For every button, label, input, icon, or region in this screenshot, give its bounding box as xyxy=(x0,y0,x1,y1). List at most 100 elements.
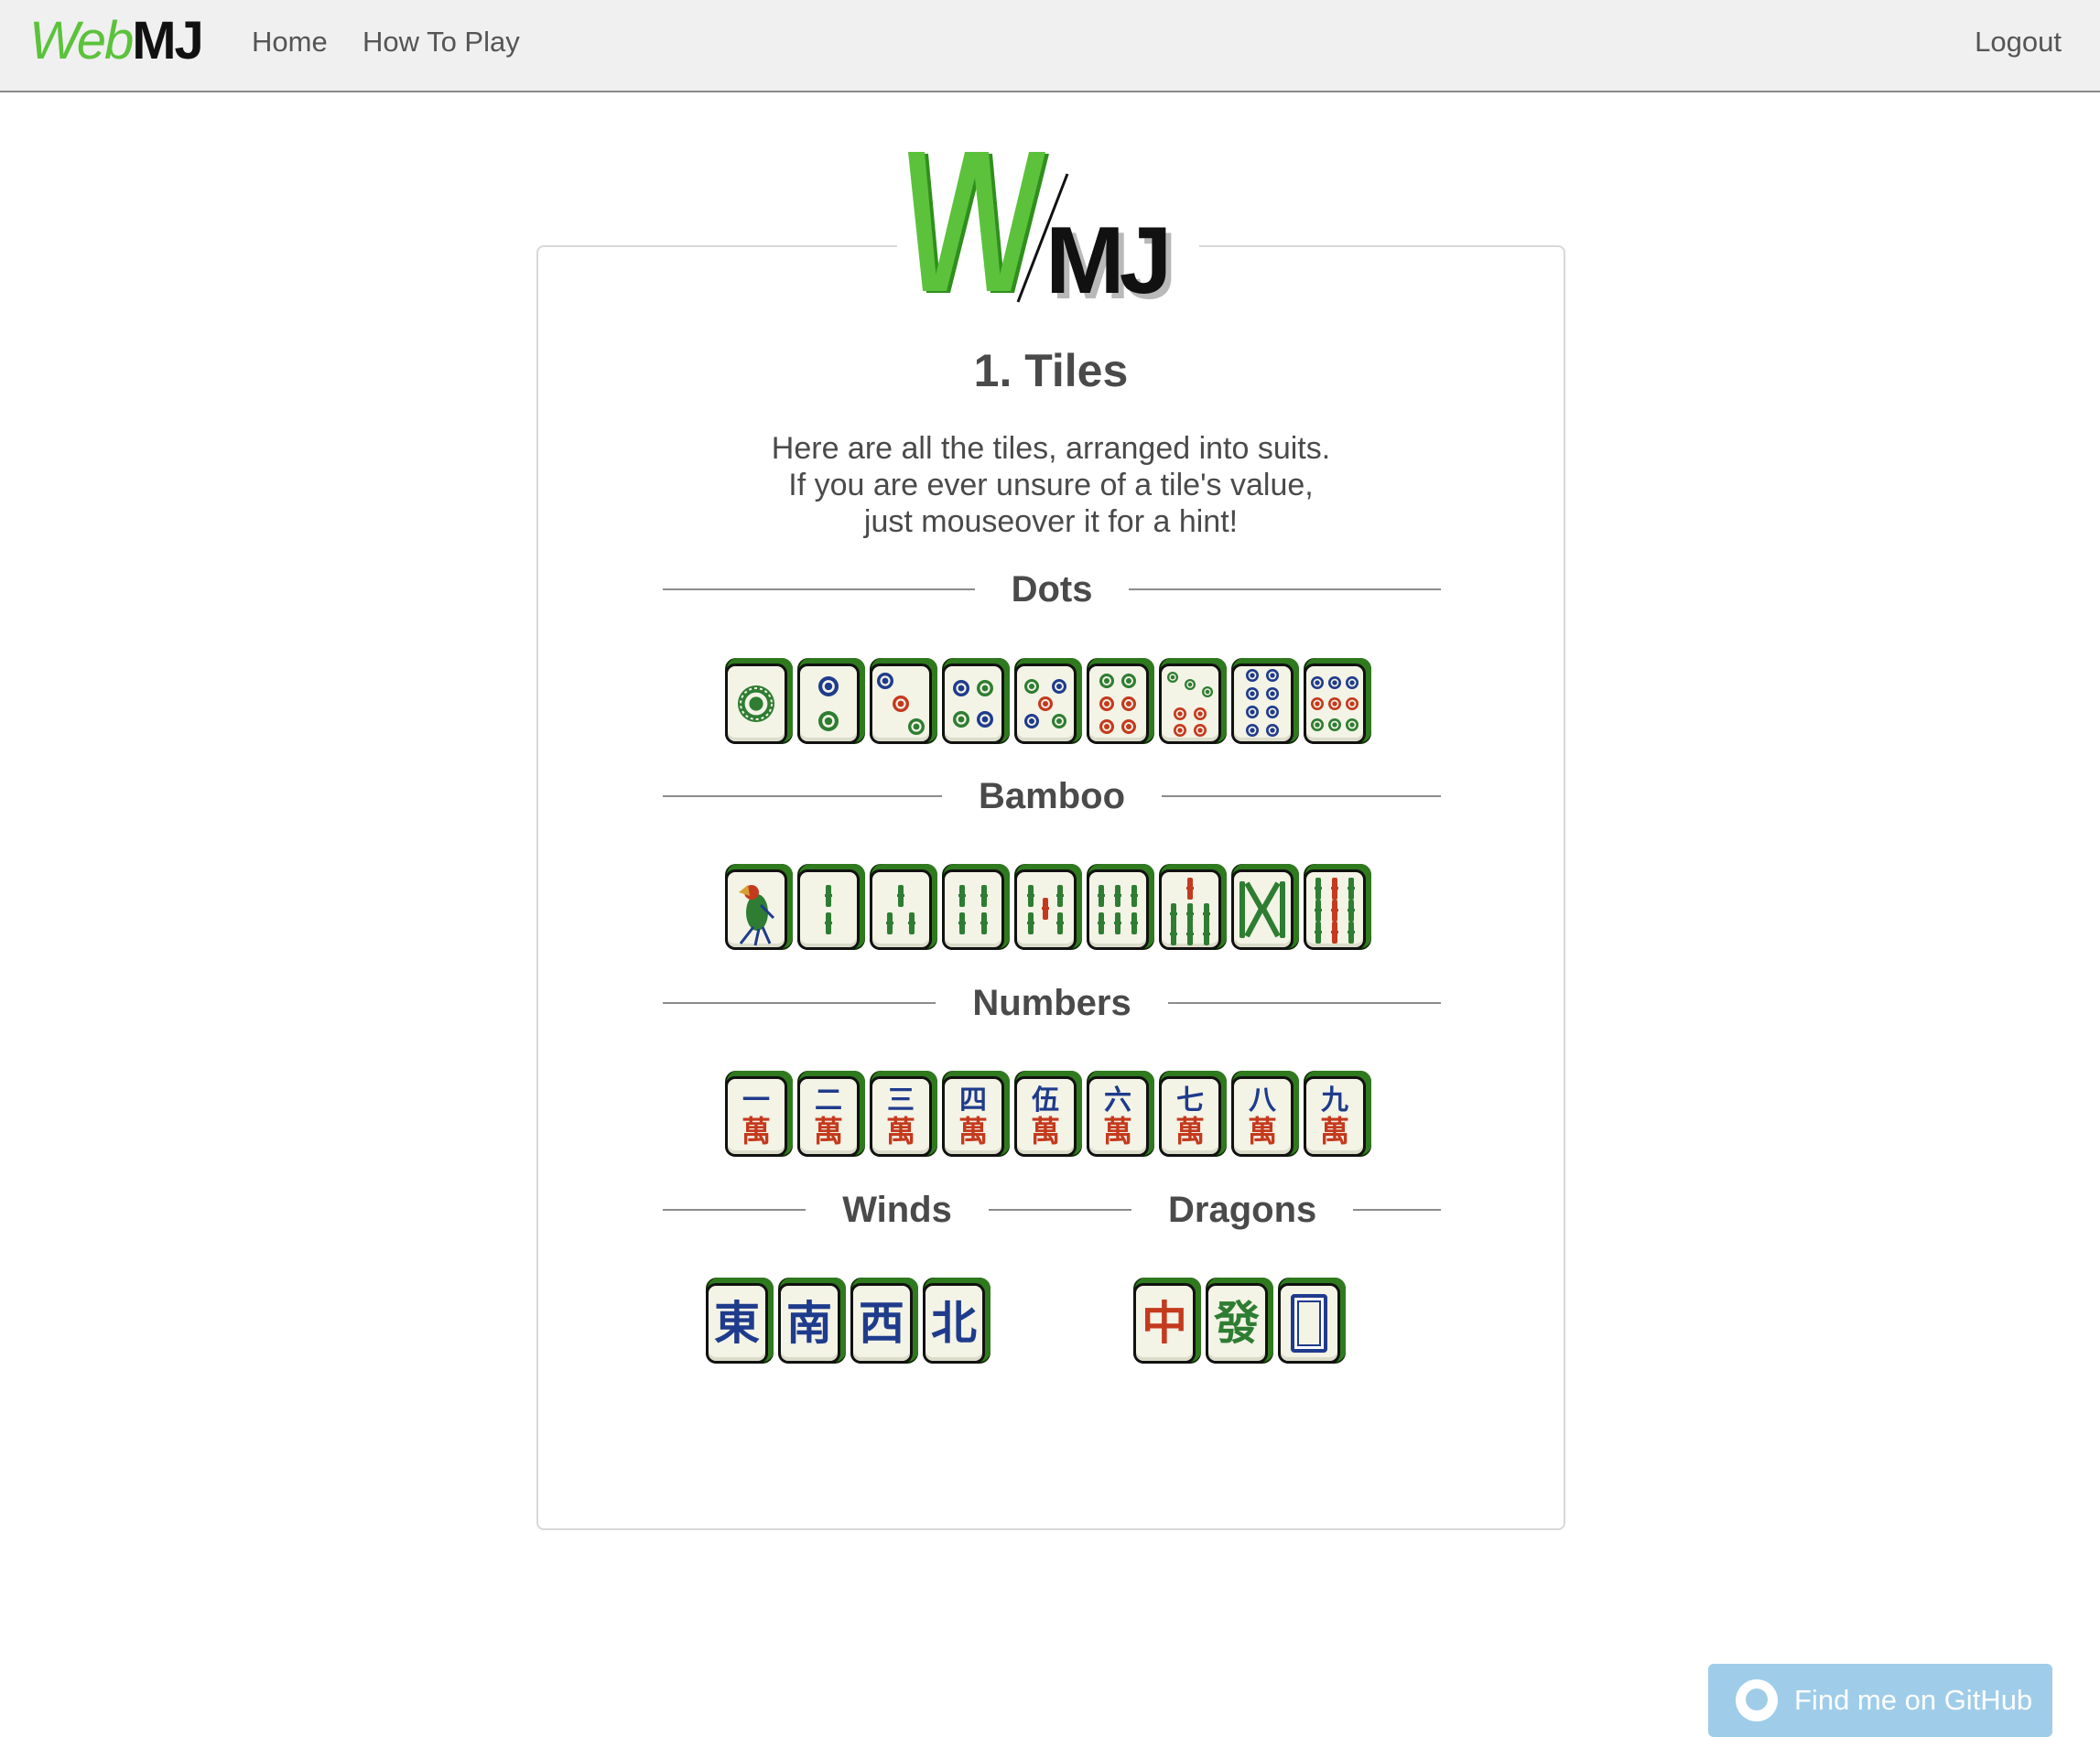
divider xyxy=(1167,1002,1442,1004)
bamboo-tile-5[interactable] xyxy=(1014,864,1082,950)
tile-face: 三萬 xyxy=(870,1076,932,1157)
nav-logout-link[interactable]: Logout xyxy=(1975,26,2062,59)
bamboo-pattern-icon xyxy=(1170,878,1210,945)
numbers-tile-9[interactable]: 九萬 xyxy=(1304,1071,1371,1157)
brand-mj: MJ xyxy=(132,11,204,70)
bamboo-tile-4[interactable] xyxy=(942,864,1010,950)
numbers-tile-7[interactable]: 七萬 xyxy=(1159,1071,1227,1157)
bamboo-tile-2[interactable] xyxy=(797,864,865,950)
nav-how-to-play-link[interactable]: How To Play xyxy=(363,26,520,59)
numbers-tile-5[interactable]: 伍萬 xyxy=(1014,1071,1082,1157)
dragon-tile-2[interactable]: 發 xyxy=(1206,1278,1273,1364)
dots-pattern-icon xyxy=(1311,676,1359,731)
bamboo-pattern-icon xyxy=(1098,885,1138,934)
dragon-tile-1[interactable]: 中 xyxy=(1133,1278,1201,1364)
section-dots-label: Dots xyxy=(1011,568,1093,610)
brand-logo[interactable]: WebMJ xyxy=(29,11,204,70)
tile-face xyxy=(942,869,1004,950)
bamboo-pattern-icon xyxy=(1027,885,1064,934)
tile-face: 東 xyxy=(706,1283,768,1364)
bird-icon xyxy=(739,885,775,946)
dots-tile-5[interactable] xyxy=(1014,658,1082,744)
bamboo-tile-6[interactable] xyxy=(1087,864,1154,950)
white-dragon-frame-icon xyxy=(1291,1294,1327,1353)
numbers-tile-3[interactable]: 三萬 xyxy=(870,1071,937,1157)
dots-tile-8[interactable] xyxy=(1231,658,1299,744)
tile-face: 發 xyxy=(1206,1283,1268,1364)
tile-face: 八萬 xyxy=(1231,1076,1294,1157)
numbers-tile-2[interactable]: 二萬 xyxy=(797,1071,865,1157)
github-button[interactable]: Find me on GitHub xyxy=(1708,1664,2052,1737)
section-dots-header: Dots xyxy=(663,566,1442,612)
number-character: 二 xyxy=(815,1084,842,1117)
bamboo-pattern-icon xyxy=(886,885,915,934)
wan-character: 萬 xyxy=(1319,1114,1349,1149)
section-winds-header: Winds xyxy=(663,1187,1132,1233)
numbers-tile-6[interactable]: 六萬 xyxy=(1087,1071,1154,1157)
section-bamboo-label: Bamboo xyxy=(979,775,1125,816)
bamboo-tile-7[interactable] xyxy=(1159,864,1227,950)
webmj-logo: MJ MJ xyxy=(897,146,1199,319)
nav-home-link[interactable]: Home xyxy=(252,26,328,59)
section-bamboo-header: Bamboo xyxy=(663,773,1441,819)
wind-character: 西 xyxy=(859,1297,904,1350)
intro-line: Here are all the tiles, arranged into su… xyxy=(771,431,1331,466)
tile-face xyxy=(1278,1283,1340,1364)
wind-tile-3[interactable]: 西 xyxy=(850,1278,918,1364)
dots-pattern-icon xyxy=(738,685,774,722)
tile-face xyxy=(1231,869,1294,950)
wan-character: 萬 xyxy=(1247,1114,1277,1149)
dragon-tile-3[interactable] xyxy=(1278,1278,1346,1364)
bamboo-pattern-icon xyxy=(958,885,988,934)
numbers-tile-row: 一萬二萬三萬四萬伍萬六萬七萬八萬九萬 xyxy=(725,1071,1376,1157)
wan-character: 萬 xyxy=(885,1114,915,1149)
dots-pattern-icon xyxy=(1099,674,1136,734)
section-dragons-label: Dragons xyxy=(1168,1189,1317,1230)
bamboo-tile-1[interactable] xyxy=(725,864,793,950)
dragon-character: 發 xyxy=(1214,1297,1260,1350)
dots-tile-4[interactable] xyxy=(942,658,1010,744)
intro-line: just mouseover it for a hint! xyxy=(863,504,1239,539)
github-icon xyxy=(1736,1679,1778,1721)
tile-face: 六萬 xyxy=(1087,1076,1149,1157)
dots-tile-2[interactable] xyxy=(797,658,865,744)
tile-face xyxy=(1159,664,1221,744)
logo-mj-text: MJ xyxy=(1045,208,1166,311)
wind-tile-4[interactable]: 北 xyxy=(923,1278,990,1364)
bamboo-tile-8[interactable] xyxy=(1231,864,1299,950)
section-numbers-label: Numbers xyxy=(972,982,1131,1023)
section-numbers-header: Numbers xyxy=(663,980,1442,1026)
number-character: 九 xyxy=(1321,1084,1348,1117)
bamboo-pattern-icon xyxy=(825,885,832,934)
tile-face: 南 xyxy=(778,1283,840,1364)
numbers-tile-1[interactable]: 一萬 xyxy=(725,1071,793,1157)
dots-tile-7[interactable] xyxy=(1159,658,1227,744)
bamboo-tile-3[interactable] xyxy=(870,864,937,950)
dots-pattern-icon xyxy=(818,676,839,731)
divider xyxy=(1162,795,1441,797)
tile-face: 九萬 xyxy=(1304,1076,1366,1157)
wan-character: 萬 xyxy=(1174,1114,1205,1149)
winds-tile-row: 東南西北 xyxy=(706,1278,995,1364)
bamboo-tile-row xyxy=(725,864,1376,950)
bamboo-tile-9[interactable] xyxy=(1304,864,1371,950)
dots-tile-1[interactable] xyxy=(725,658,793,744)
wan-character: 萬 xyxy=(813,1114,843,1149)
wan-character: 萬 xyxy=(1102,1114,1132,1149)
wind-tile-1[interactable]: 東 xyxy=(706,1278,774,1364)
number-character: 伍 xyxy=(1032,1084,1059,1117)
bamboo-pattern-icon xyxy=(1315,878,1355,944)
wind-tile-2[interactable]: 南 xyxy=(778,1278,846,1364)
dots-tile-6[interactable] xyxy=(1087,658,1154,744)
dragons-tile-row: 中發 xyxy=(1133,1278,1350,1364)
numbers-tile-8[interactable]: 八萬 xyxy=(1231,1071,1299,1157)
navbar: WebMJ Home How To Play Logout xyxy=(0,0,2100,92)
tile-face: 四萬 xyxy=(942,1076,1004,1157)
tile-face: 西 xyxy=(850,1283,913,1364)
dots-tile-9[interactable] xyxy=(1304,658,1371,744)
dots-tile-3[interactable] xyxy=(870,658,937,744)
page-title: 1. Tiles xyxy=(973,345,1129,396)
numbers-tile-4[interactable]: 四萬 xyxy=(942,1071,1010,1157)
tile-face: 北 xyxy=(923,1283,985,1364)
divider xyxy=(988,1209,1132,1211)
